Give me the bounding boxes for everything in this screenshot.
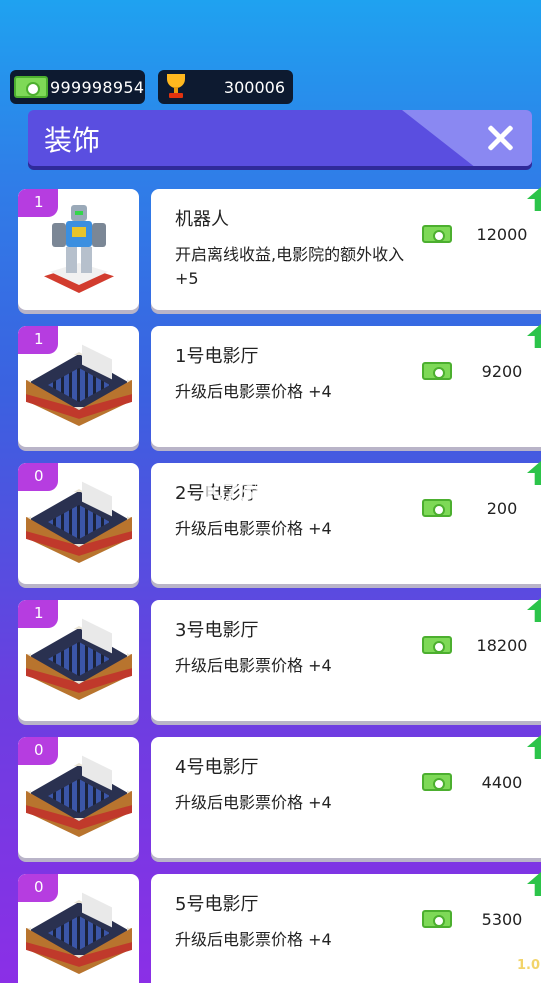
upgrade-arrow-icon[interactable]	[527, 461, 541, 485]
item-card[interactable]: 1号电影厅 升级后电影票价格 +4 9200	[151, 324, 541, 447]
decoration-item[interactable]: 1 机器人 开启离线收益,电影院的额外收入 +5 12000	[18, 187, 541, 313]
item-price: 9200	[481, 362, 523, 381]
level-badge: 1	[18, 600, 58, 628]
item-thumbnail: 0	[18, 874, 139, 983]
item-thumbnail: 0	[18, 463, 139, 584]
item-thumbnail: 0	[18, 737, 139, 858]
money-value: 999998954	[50, 77, 145, 97]
item-card[interactable]: 3号电影厅 升级后电影票价格 +4 18200	[151, 598, 541, 721]
item-card[interactable]: 5号电影厅 升级后电影票价格 +4 5300	[151, 872, 541, 983]
level-badge: 1	[18, 189, 58, 217]
upgrade-arrow-icon[interactable]	[527, 324, 541, 348]
version-label: 1.0.	[517, 958, 541, 973]
cinema-hall-image	[26, 892, 132, 976]
level-badge: 0	[18, 463, 58, 491]
item-description: 升级后电影票价格 +4	[175, 930, 332, 949]
close-icon[interactable]	[482, 120, 518, 156]
item-price: 200	[486, 499, 518, 518]
cash-icon	[422, 773, 452, 791]
money-counter: 999998954	[10, 70, 145, 104]
item-description: 升级后电影票价格 +4	[175, 656, 332, 675]
cash-icon	[422, 362, 452, 380]
level-badge: 0	[18, 874, 58, 902]
decoration-item[interactable]: 1 3号电影厅 升级后电影票价格 +4 18200	[18, 598, 541, 724]
watermark: K73 游戏之家 .com	[205, 474, 335, 510]
cinema-hall-image	[26, 481, 132, 565]
decoration-item[interactable]: 0 4号电影厅 升级后电影票价格 +4 4400	[18, 735, 541, 861]
item-name: 机器人	[175, 209, 229, 230]
decoration-header: 装饰	[28, 110, 532, 166]
decoration-item[interactable]: 0 5号电影厅 升级后电影票价格 +4 5300	[18, 872, 541, 983]
cash-icon	[422, 636, 452, 654]
item-card[interactable]: 机器人 开启离线收益,电影院的额外收入 +5 12000	[151, 187, 541, 310]
trophy-counter: 300006	[158, 70, 293, 104]
item-price: 12000	[476, 225, 528, 244]
item-thumbnail: 1	[18, 326, 139, 447]
decoration-item[interactable]: 1 1号电影厅 升级后电影票价格 +4 9200	[18, 324, 541, 450]
level-badge: 0	[18, 737, 58, 765]
item-card[interactable]: 4号电影厅 升级后电影票价格 +4 4400	[151, 735, 541, 858]
item-description: 升级后电影票价格 +4	[175, 793, 332, 812]
item-price: 18200	[476, 636, 528, 655]
robot-image	[44, 203, 114, 295]
cinema-hall-image	[26, 618, 132, 702]
item-description: 开启离线收益,电影院的额外收入 +5	[175, 245, 405, 288]
item-name: 5号电影厅	[175, 894, 259, 915]
item-description: 升级后电影票价格 +4	[175, 519, 332, 538]
upgrade-arrow-icon[interactable]	[527, 872, 541, 896]
item-thumbnail: 1	[18, 600, 139, 721]
watermark-logo: K73	[205, 478, 255, 506]
upgrade-arrow-icon[interactable]	[527, 598, 541, 622]
upgrade-arrow-icon[interactable]	[527, 187, 541, 211]
trophy-icon	[164, 74, 188, 100]
item-price: 5300	[481, 910, 523, 929]
watermark-sub: .com	[261, 491, 288, 504]
page-title: 装饰	[44, 124, 101, 157]
cash-icon	[422, 499, 452, 517]
cash-icon	[422, 225, 452, 243]
item-name: 4号电影厅	[175, 757, 259, 778]
cash-icon	[14, 76, 48, 98]
cinema-hall-image	[26, 755, 132, 839]
item-description: 升级后电影票价格 +4	[175, 382, 332, 401]
item-thumbnail: 1	[18, 189, 139, 310]
level-badge: 1	[18, 326, 58, 354]
item-price: 4400	[481, 773, 523, 792]
cash-icon	[422, 910, 452, 928]
trophy-value: 300006	[223, 77, 285, 97]
cinema-hall-image	[26, 344, 132, 428]
upgrade-arrow-icon[interactable]	[527, 735, 541, 759]
item-name: 3号电影厅	[175, 620, 259, 641]
item-name: 1号电影厅	[175, 346, 259, 367]
